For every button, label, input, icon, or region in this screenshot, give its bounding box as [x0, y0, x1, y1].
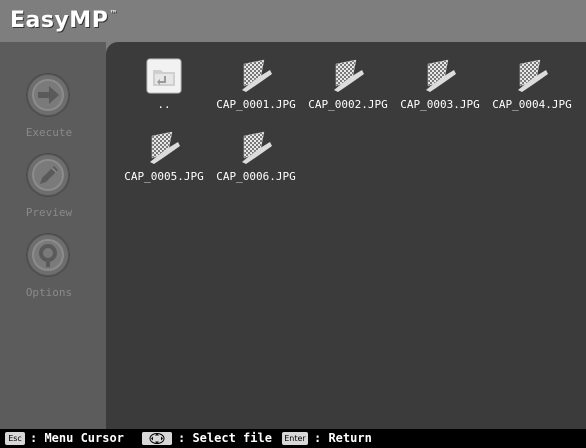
- enter-key-icon: Enter: [282, 432, 308, 445]
- wrench-icon: [27, 234, 69, 276]
- file-name: CAP_0002.JPG: [308, 98, 388, 111]
- jpg-file-icon: [334, 59, 364, 92]
- file-name: CAP_0004.JPG: [492, 98, 572, 111]
- parent-folder-icon: [146, 58, 182, 94]
- preview-label: Preview: [25, 206, 73, 219]
- file-item-cap-0003[interactable]: CAP_0003.JPG: [390, 58, 482, 118]
- execute-button[interactable]: Execute: [0, 64, 106, 144]
- options-label: Options: [25, 286, 73, 299]
- direction-pad-icon: [142, 432, 172, 445]
- file-item-cap-0005[interactable]: CAP_0005.JPG: [114, 130, 206, 190]
- select-help-text: : Select file: [178, 431, 272, 445]
- header: EasyMP™: [0, 0, 586, 42]
- jpg-file-icon: [242, 131, 272, 164]
- file-item-cap-0004[interactable]: CAP_0004.JPG: [482, 58, 574, 118]
- easymp-window: EasyMP™ Execute Preview Options .. CAP_0…: [0, 0, 586, 448]
- trademark: ™: [109, 9, 118, 18]
- execute-label: Execute: [25, 126, 73, 139]
- enter-help-text: : Return: [314, 431, 372, 445]
- file-name: CAP_0005.JPG: [124, 170, 204, 183]
- file-browser: .. CAP_0001.JPG CAP_0002.JPG CAP_0003.JP…: [106, 42, 586, 429]
- jpg-file-icon: [150, 131, 180, 164]
- key-help-bar: Esc : Menu Cursor : Select file Enter : …: [0, 429, 586, 448]
- pencil-icon: [27, 154, 69, 196]
- jpg-file-icon: [426, 59, 456, 92]
- file-item-cap-0002[interactable]: CAP_0002.JPG: [298, 58, 390, 118]
- file-name: CAP_0006.JPG: [216, 170, 296, 183]
- app-logo: EasyMP™: [10, 8, 118, 33]
- options-button[interactable]: Options: [0, 224, 106, 304]
- jpg-file-icon: [242, 59, 272, 92]
- app-title: EasyMP: [10, 8, 109, 33]
- arrow-right-icon: [27, 74, 69, 116]
- jpg-file-icon: [518, 59, 548, 92]
- esc-key-icon: Esc: [5, 432, 25, 445]
- preview-button[interactable]: Preview: [0, 144, 106, 224]
- file-name: CAP_0003.JPG: [400, 98, 480, 111]
- sidebar: Execute Preview Options: [0, 42, 106, 429]
- file-name: ..: [157, 98, 171, 111]
- file-item-parent[interactable]: ..: [114, 58, 206, 118]
- file-item-cap-0006[interactable]: CAP_0006.JPG: [206, 130, 298, 190]
- esc-help-text: : Menu Cursor: [30, 431, 124, 445]
- file-name: CAP_0001.JPG: [216, 98, 296, 111]
- file-item-cap-0001[interactable]: CAP_0001.JPG: [206, 58, 298, 118]
